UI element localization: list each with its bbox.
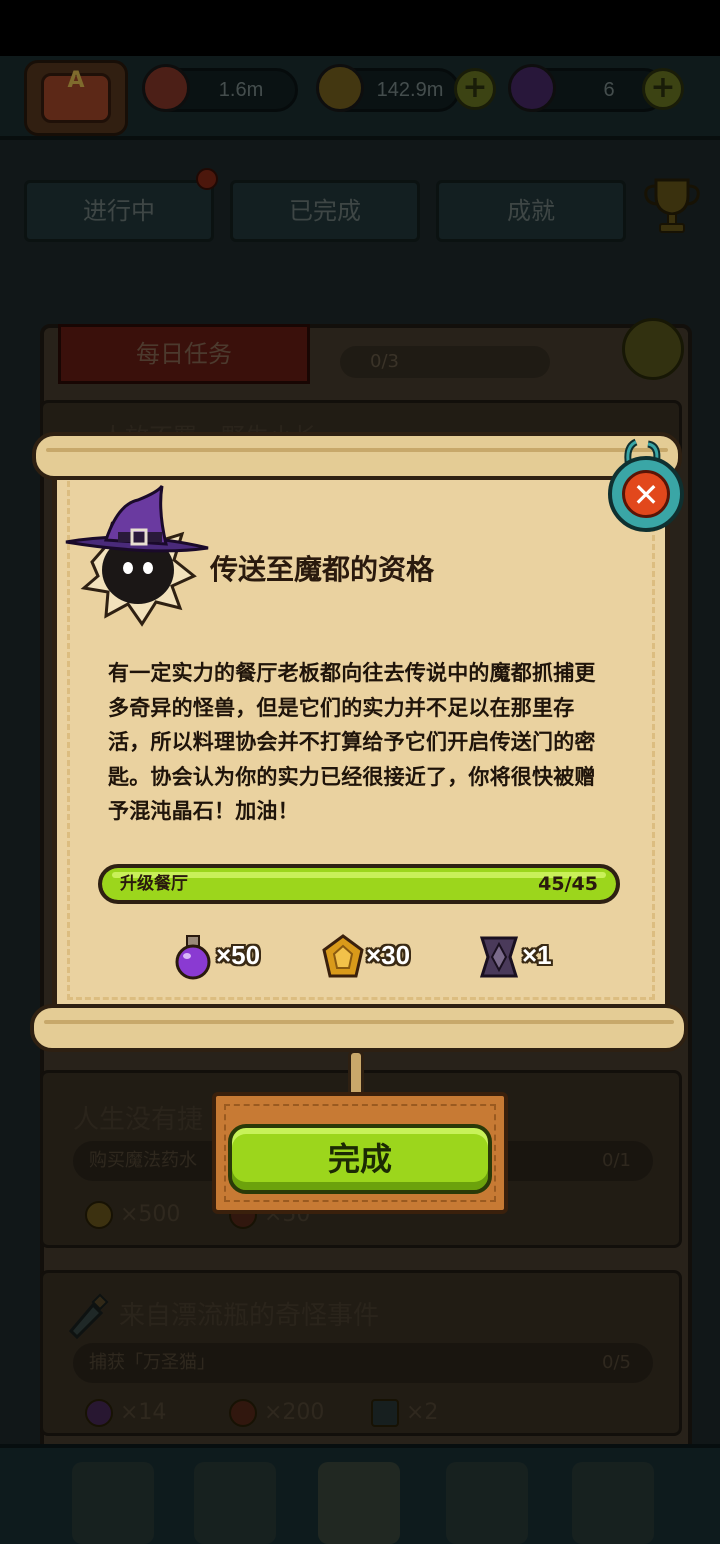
progress-count: 45/45 <box>538 873 598 895</box>
witch-monster-icon <box>65 485 209 627</box>
chaos-crystal-icon <box>479 936 519 978</box>
reward-amount: ×50 <box>216 940 261 970</box>
amber-gem-icon <box>322 934 364 978</box>
popup-title: 传送至魔都的资格 <box>210 553 435 586</box>
scroll-top-roller <box>32 432 682 480</box>
close-button[interactable]: ✕ <box>608 456 684 532</box>
scroll-bottom-roller <box>30 1004 688 1052</box>
quest-description: 有一定实力的餐厅老板都向往去传说中的魔都抓捕更多奇异的怪兽，但是它们的实力并不足… <box>108 661 596 823</box>
progress-label: 升级餐厅 <box>120 874 188 894</box>
quest-progress-bar: 升级餐厅 45/45 <box>98 864 620 904</box>
close-icon: ✕ <box>632 476 660 514</box>
reward-amount: ×30 <box>366 940 411 970</box>
purple-potion-icon <box>175 935 211 980</box>
close-button-face: ✕ <box>622 470 670 518</box>
complete-button[interactable]: 完成 <box>228 1124 492 1194</box>
reward-amount: ×1 <box>522 940 552 970</box>
